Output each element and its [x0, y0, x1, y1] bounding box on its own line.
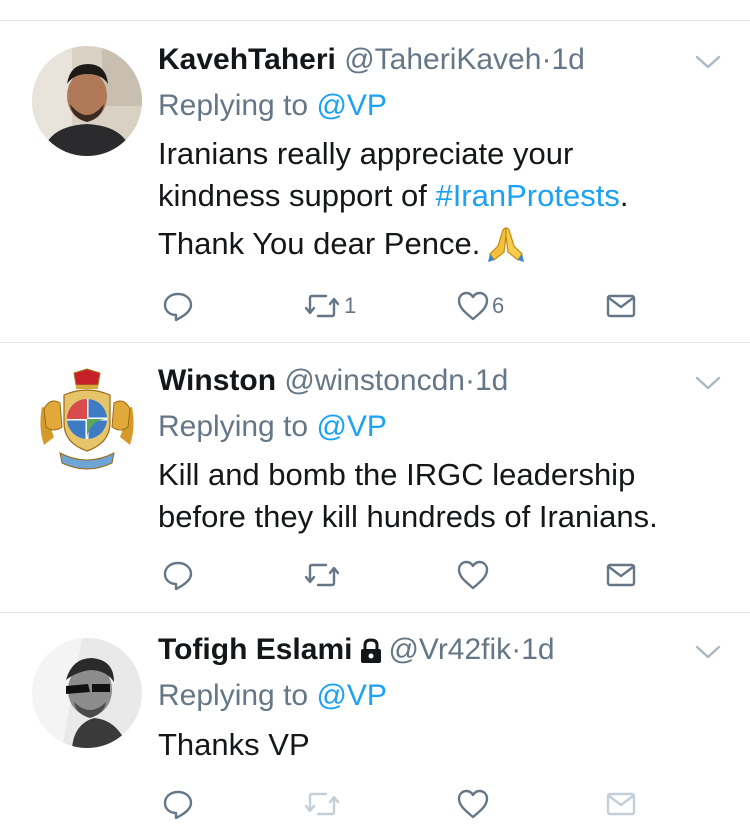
reply-icon [162, 559, 194, 591]
reply-button[interactable] [162, 557, 194, 593]
replying-to: Replying to @VP [158, 676, 387, 716]
tweet-text-fragment: . [619, 178, 629, 213]
tweet-text-line: kindness support of #IranProtests. [158, 175, 728, 217]
retweet-icon [302, 290, 342, 322]
avatar[interactable] [32, 367, 142, 477]
tweet-text: Iranians really appreciate your kindness… [158, 133, 728, 265]
tweet-text-line: Thank You dear Pence. [158, 223, 728, 265]
tweet-kavehtaheri[interactable]: KavehTaheri @TaheriKaveh·1d Replying to … [0, 40, 750, 340]
reply-mention-link[interactable]: @VP [316, 410, 386, 443]
avatar[interactable] [32, 46, 142, 156]
lock-icon [358, 637, 384, 665]
like-count: 6 [492, 293, 505, 318]
tweet-text: Thanks VP [158, 724, 728, 766]
hashtag-link[interactable]: #IranProtests [435, 178, 619, 213]
tweet-actions: 1 6 [158, 288, 638, 324]
direct-message-button[interactable] [606, 557, 636, 593]
tweet-text-line: Thanks VP [158, 727, 310, 762]
envelope-icon [606, 293, 636, 319]
separator-dot: · [511, 633, 522, 666]
envelope-icon [606, 562, 636, 588]
tweet-header: KavehTaheri @TaheriKaveh·1d [158, 40, 585, 80]
timestamp[interactable]: 1d [551, 43, 584, 76]
retweet-button[interactable] [302, 557, 342, 593]
tweet-divider [0, 612, 750, 613]
retweet-button-disabled [302, 786, 342, 822]
reply-button[interactable] [162, 786, 194, 822]
heart-icon [456, 559, 490, 591]
envelope-icon [606, 791, 636, 817]
tweet-tofigh-eslami[interactable]: Tofigh Eslami @Vr42fik·1d Replying to @V… [0, 630, 750, 831]
tweet-text-fragment: kindness support of [158, 178, 436, 213]
like-button[interactable]: 6 [456, 288, 504, 324]
replying-to-prefix: Replying to [158, 679, 317, 712]
reply-icon [162, 788, 194, 820]
direct-message-button[interactable] [606, 288, 636, 324]
tweet-header: Tofigh Eslami @Vr42fik·1d [158, 630, 555, 670]
replying-to-prefix: Replying to [158, 89, 317, 122]
retweet-button[interactable]: 1 [302, 288, 356, 324]
like-button[interactable] [456, 557, 490, 593]
like-button[interactable] [456, 786, 490, 822]
tweet-text-line: Kill and bomb the IRGC leadership [158, 457, 636, 492]
replying-to-prefix: Replying to [158, 410, 317, 443]
chevron-down-icon[interactable] [694, 642, 722, 662]
heart-icon [456, 290, 490, 322]
retweet-icon [302, 788, 342, 820]
display-name[interactable]: KavehTaheri [158, 43, 336, 76]
tweet-actions [158, 557, 638, 593]
tweet-header: Winston @winstoncdn·1d [158, 361, 508, 401]
tweet-text: Kill and bomb the IRGC leadership before… [158, 454, 728, 538]
retweet-icon [302, 559, 342, 591]
reply-icon [162, 290, 194, 322]
separator-dot: · [464, 364, 475, 397]
reply-mention-link[interactable]: @VP [316, 89, 386, 122]
timestamp[interactable]: 1d [475, 364, 508, 397]
chevron-down-icon[interactable] [694, 52, 722, 72]
chevron-down-icon[interactable] [694, 373, 722, 393]
retweet-count: 1 [344, 293, 357, 318]
avatar[interactable] [32, 638, 142, 748]
tweet-text-fragment: Thank You dear Pence. [158, 226, 481, 261]
tweet-text-line: before they kill hundreds of Iranians. [158, 499, 658, 534]
tweet-text-line: Iranians really appreciate your [158, 136, 574, 171]
user-handle[interactable]: @TaheriKaveh [344, 43, 541, 76]
reply-button[interactable] [162, 288, 194, 324]
separator-dot: · [541, 43, 552, 76]
direct-message-button-disabled [606, 786, 636, 822]
replying-to: Replying to @VP [158, 86, 387, 126]
heart-icon [456, 788, 490, 820]
top-divider [0, 20, 750, 21]
tweet-actions [158, 786, 638, 822]
tweet-winston[interactable]: Winston @winstoncdn·1d Replying to @VP K… [0, 361, 750, 611]
reply-mention-link[interactable]: @VP [316, 679, 386, 712]
display-name[interactable]: Tofigh Eslami [158, 633, 352, 666]
folded-hands-icon [486, 224, 526, 264]
replying-to: Replying to @VP [158, 407, 387, 447]
timestamp[interactable]: 1d [521, 633, 554, 666]
display-name[interactable]: Winston [158, 364, 276, 397]
tweet-divider [0, 342, 750, 343]
user-handle[interactable]: @Vr42fik [388, 633, 511, 666]
user-handle[interactable]: @winstoncdn [284, 364, 465, 397]
